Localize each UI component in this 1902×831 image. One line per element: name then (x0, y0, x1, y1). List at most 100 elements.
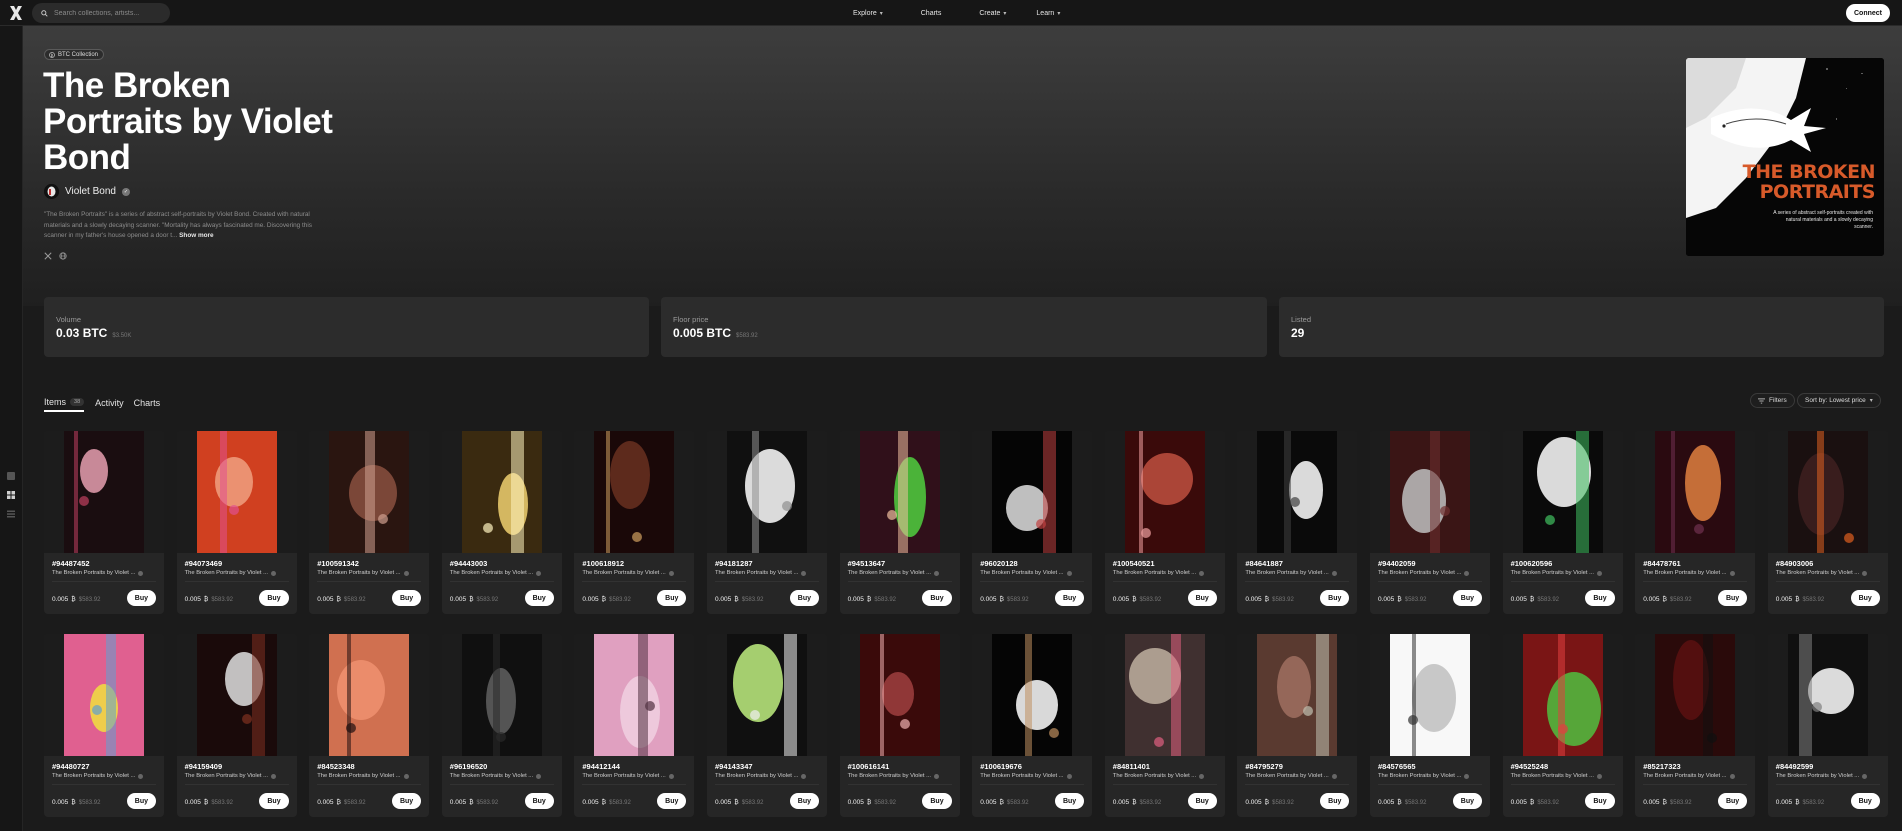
filters-button[interactable]: Filters (1750, 393, 1795, 408)
square-view-icon[interactable] (6, 471, 16, 481)
item-card[interactable]: #94402059 The Broken Portraits by Violet … (1370, 431, 1490, 614)
item-card[interactable]: #84795279 The Broken Portraits by Violet … (1237, 634, 1358, 817)
item-id[interactable]: #94525248 (1511, 762, 1549, 771)
item-image[interactable] (1635, 431, 1756, 553)
item-image[interactable] (44, 431, 164, 553)
buy-button[interactable]: Buy (922, 793, 952, 809)
item-card[interactable]: #84576565 The Broken Portraits by Violet … (1370, 634, 1490, 817)
item-card[interactable]: #94181287 The Broken Portraits by Violet … (707, 431, 827, 614)
item-id[interactable]: #100591342 (317, 559, 359, 568)
item-id[interactable]: #94487452 (52, 559, 90, 568)
item-card[interactable]: #84523348 The Broken Portraits by Violet … (309, 634, 430, 817)
item-id[interactable]: #84523348 (317, 762, 355, 771)
list-view-icon[interactable] (6, 509, 16, 519)
buy-button[interactable]: Buy (259, 590, 289, 606)
item-card[interactable]: #94480727 The Broken Portraits by Violet … (44, 634, 164, 817)
buy-button[interactable]: Buy (1054, 793, 1085, 809)
buy-button[interactable]: Buy (1452, 793, 1482, 809)
item-image[interactable] (1104, 634, 1225, 756)
buy-button[interactable]: Buy (1850, 793, 1880, 809)
item-image[interactable] (1502, 431, 1623, 553)
buy-button[interactable]: Buy (1717, 793, 1748, 809)
item-image[interactable] (176, 431, 297, 553)
buy-button[interactable]: Buy (1320, 793, 1350, 809)
sort-dropdown[interactable]: Sort by: Lowest price ▾ (1797, 393, 1881, 408)
item-card[interactable]: #100591342 The Broken Portraits by Violet… (309, 431, 430, 614)
item-id[interactable]: #94073469 (185, 559, 223, 568)
tab-charts[interactable]: Charts (134, 394, 161, 412)
item-image[interactable] (309, 431, 430, 553)
item-image[interactable] (1237, 431, 1358, 553)
item-image[interactable] (441, 431, 562, 553)
item-id[interactable]: #96196520 (450, 762, 488, 771)
item-image[interactable] (574, 431, 695, 553)
buy-button[interactable]: Buy (789, 590, 819, 606)
item-image[interactable] (1502, 634, 1623, 756)
item-image[interactable] (839, 634, 960, 756)
logo-icon[interactable] (8, 5, 24, 21)
nav-charts[interactable]: Charts (921, 10, 942, 17)
search-bar[interactable] (32, 3, 170, 23)
item-id[interactable]: #94181287 (715, 559, 753, 568)
x-twitter-icon[interactable] (44, 252, 52, 260)
item-image[interactable] (309, 634, 430, 756)
nav-learn[interactable]: Learn ▾ (1036, 10, 1060, 17)
nav-explore[interactable]: Explore ▾ (853, 10, 883, 17)
item-id[interactable]: #94480727 (52, 762, 90, 771)
item-image[interactable] (1635, 634, 1756, 756)
buy-button[interactable]: Buy (391, 590, 422, 606)
item-card[interactable]: #94073469 The Broken Portraits by Violet … (176, 431, 297, 614)
buy-button[interactable]: Buy (657, 590, 687, 606)
item-card[interactable]: #94159409 The Broken Portraits by Violet … (176, 634, 297, 817)
item-id[interactable]: #94412144 (582, 762, 620, 771)
artist-name[interactable]: Violet Bond (65, 186, 116, 197)
buy-button[interactable]: Buy (1187, 590, 1217, 606)
item-card[interactable]: #84492599 The Broken Portraits by Violet … (1767, 634, 1888, 817)
buy-button[interactable]: Buy (391, 793, 422, 809)
item-card[interactable]: #100619676 The Broken Portraits by Violet… (972, 634, 1093, 817)
item-image[interactable] (707, 634, 827, 756)
item-image[interactable] (972, 634, 1093, 756)
item-card[interactable]: #100618912 The Broken Portraits by Violet… (574, 431, 695, 614)
buy-button[interactable]: Buy (657, 793, 687, 809)
item-card[interactable]: #84641887 The Broken Portraits by Violet … (1237, 431, 1358, 614)
tab-items[interactable]: Items 38 (44, 394, 85, 412)
item-image[interactable] (707, 431, 827, 553)
buy-button[interactable]: Buy (1585, 590, 1615, 606)
nav-create[interactable]: Create ▾ (979, 10, 1006, 17)
item-id[interactable]: #100618912 (582, 559, 624, 568)
item-card[interactable]: #96020128 The Broken Portraits by Violet … (972, 431, 1093, 614)
item-card[interactable]: #96196520 The Broken Portraits by Violet … (441, 634, 562, 817)
buy-button[interactable]: Buy (1717, 590, 1748, 606)
item-image[interactable] (1237, 634, 1358, 756)
item-id[interactable]: #100620596 (1511, 559, 1553, 568)
item-id[interactable]: #94159409 (185, 762, 223, 771)
item-card[interactable]: #94412144 The Broken Portraits by Violet … (574, 634, 695, 817)
item-id[interactable]: #94513647 (848, 559, 886, 568)
buy-button[interactable]: Buy (1320, 590, 1350, 606)
item-id[interactable]: #84641887 (1245, 559, 1283, 568)
buy-button[interactable]: Buy (1187, 793, 1217, 809)
item-id[interactable]: #84576565 (1378, 762, 1416, 771)
item-id[interactable]: #84903006 (1776, 559, 1814, 568)
item-id[interactable]: #84795279 (1245, 762, 1283, 771)
item-card[interactable]: #94443003 The Broken Portraits by Violet … (441, 431, 562, 614)
artist-link[interactable]: Violet Bond ✓ (44, 184, 130, 199)
buy-button[interactable]: Buy (1054, 590, 1085, 606)
buy-button[interactable]: Buy (126, 590, 156, 606)
item-image[interactable] (1767, 431, 1888, 553)
item-card[interactable]: #84811401 The Broken Portraits by Violet … (1104, 634, 1225, 817)
item-id[interactable]: #84478761 (1643, 559, 1681, 568)
item-id[interactable]: #100540521 (1113, 559, 1155, 568)
item-card[interactable]: #94525248 The Broken Portraits by Violet … (1502, 634, 1623, 817)
connect-button[interactable]: Connect (1846, 4, 1890, 22)
item-id[interactable]: #85217323 (1643, 762, 1681, 771)
buy-button[interactable]: Buy (524, 590, 554, 606)
buy-button[interactable]: Buy (922, 590, 952, 606)
tab-activity[interactable]: Activity (95, 394, 124, 412)
item-image[interactable] (1370, 634, 1490, 756)
item-id[interactable]: #94443003 (450, 559, 488, 568)
item-id[interactable]: #100619676 (980, 762, 1022, 771)
item-image[interactable] (1104, 431, 1225, 553)
item-image[interactable] (1370, 431, 1490, 553)
